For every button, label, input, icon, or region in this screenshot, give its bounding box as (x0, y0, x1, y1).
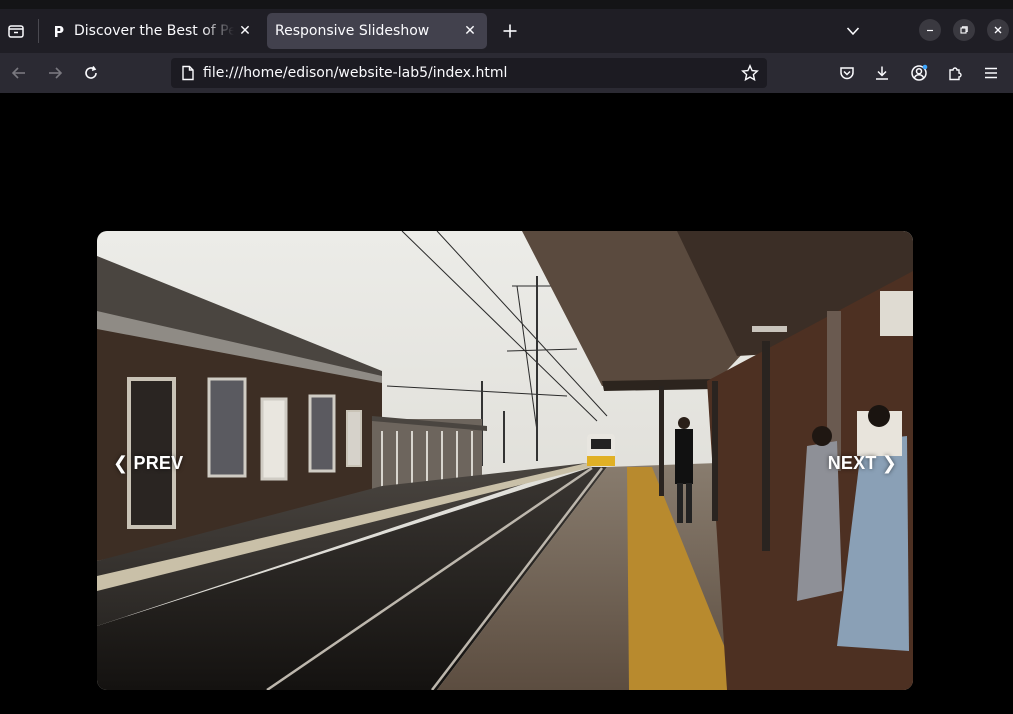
chevron-down-icon[interactable] (840, 17, 866, 45)
next-slide-button[interactable]: NEXT ❯ (828, 453, 897, 474)
plus-icon[interactable] (496, 17, 524, 45)
tab-responsive-slideshow[interactable]: Responsive Slideshow ✕ (267, 13, 487, 49)
minimize-icon[interactable] (919, 19, 941, 41)
close-window-icon[interactable] (987, 19, 1009, 41)
reload-icon[interactable] (77, 59, 105, 87)
arrow-right-icon[interactable] (41, 59, 69, 87)
browser-window: Discover the Best of Pexels ✕ Responsive… (0, 0, 1013, 714)
tab-title: Discover the Best of Pexels (74, 23, 234, 39)
url-text[interactable]: file:///home/edison/website-lab5/index.h… (203, 65, 735, 81)
star-icon[interactable] (735, 58, 765, 88)
slide-image-train-platform (97, 231, 913, 690)
hamburger-menu-icon[interactable] (977, 59, 1005, 87)
close-tab-icon[interactable]: ✕ (234, 20, 256, 42)
pocket-icon[interactable] (833, 59, 861, 87)
tab-list-icon[interactable] (2, 16, 30, 46)
tab-bar: Discover the Best of Pexels ✕ Responsive… (0, 9, 1013, 53)
close-tab-icon[interactable]: ✕ (459, 20, 481, 42)
navigation-toolbar: file:///home/edison/website-lab5/index.h… (0, 53, 1013, 93)
puzzle-icon[interactable] (941, 59, 969, 87)
slideshow-container: ❮ PREV NEXT ❯ (97, 231, 913, 690)
window-top-strip (0, 0, 1013, 9)
restore-icon[interactable] (953, 19, 975, 41)
page-content: ❮ PREV NEXT ❯ (0, 93, 1013, 714)
tab-separator (38, 19, 39, 43)
tab-pexels[interactable]: Discover the Best of Pexels ✕ (42, 13, 262, 49)
pexels-favicon-icon (50, 22, 68, 40)
prev-slide-button[interactable]: ❮ PREV (113, 453, 183, 474)
url-bar[interactable]: file:///home/edison/website-lab5/index.h… (171, 58, 767, 88)
arrow-left-icon[interactable] (5, 59, 33, 87)
account-icon[interactable] (905, 59, 933, 87)
download-icon[interactable] (868, 59, 896, 87)
tab-title: Responsive Slideshow (275, 23, 430, 39)
page-icon (173, 58, 203, 88)
